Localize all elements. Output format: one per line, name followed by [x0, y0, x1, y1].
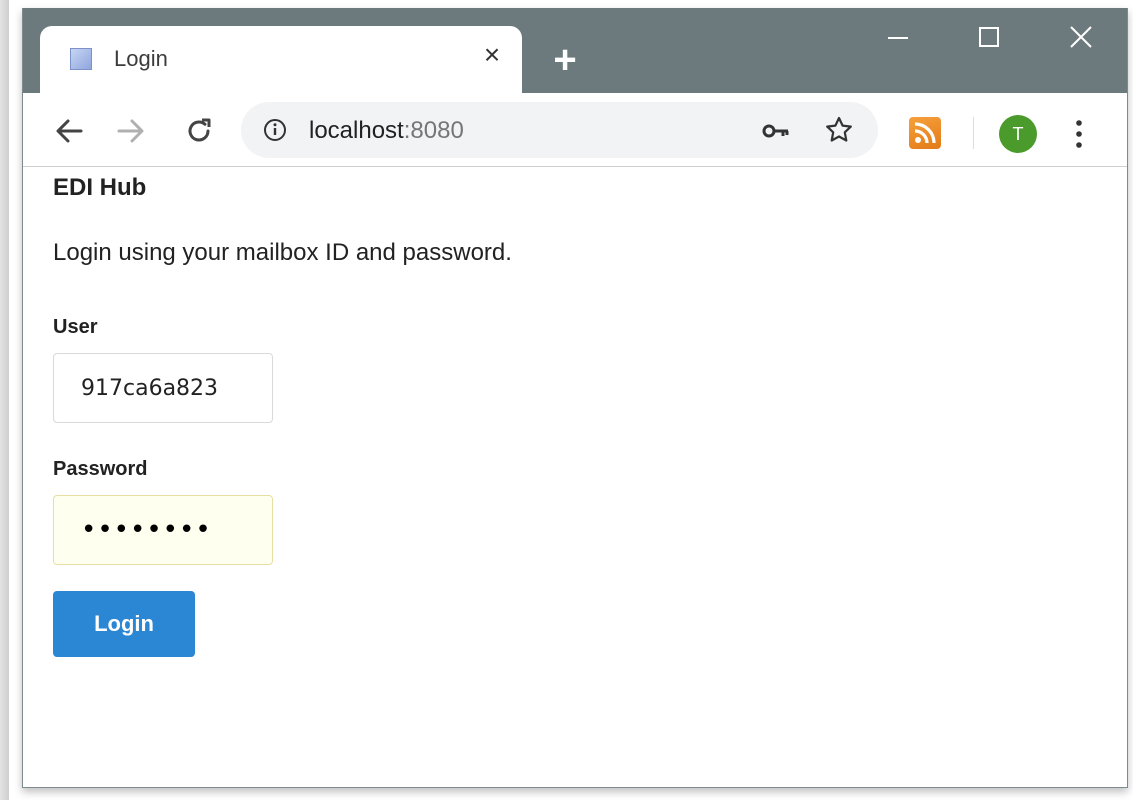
login-instructions: Login using your mailbox ID and password…: [53, 239, 512, 266]
info-icon[interactable]: [263, 118, 287, 142]
forward-arrow-icon[interactable]: [115, 115, 147, 147]
login-button[interactable]: Login: [53, 591, 195, 657]
profile-avatar[interactable]: T: [999, 115, 1037, 153]
tab-login[interactable]: Login ×: [40, 26, 522, 93]
password-input[interactable]: [53, 495, 273, 565]
reload-icon[interactable]: [183, 115, 215, 147]
bookmark-star-icon[interactable]: [823, 114, 855, 146]
page-favicon-icon: [70, 48, 92, 70]
user-label: User: [53, 316, 98, 338]
maximize-icon[interactable]: [969, 24, 1009, 54]
title-bar: Login × +: [23, 8, 1127, 93]
url-host: localhost: [309, 117, 404, 144]
user-input[interactable]: [53, 353, 273, 423]
password-label: Password: [53, 458, 148, 480]
app-title: EDI Hub: [53, 174, 147, 201]
tab-close-icon[interactable]: ×: [477, 40, 507, 70]
page-content: EDI Hub Login using your mailbox ID and …: [23, 168, 1127, 787]
browser-toolbar: localhost:8080 T: [23, 93, 1127, 167]
back-arrow-icon[interactable]: [53, 115, 85, 147]
url-port: :8080: [403, 117, 464, 144]
tab-title: Login: [114, 46, 168, 71]
minimize-icon[interactable]: [878, 24, 918, 54]
desktop-edge: [0, 0, 9, 800]
key-icon[interactable]: [761, 119, 791, 143]
kebab-menu-icon[interactable]: [1071, 117, 1087, 151]
new-tab-button[interactable]: +: [545, 40, 585, 82]
address-bar[interactable]: localhost:8080: [241, 102, 878, 158]
rss-extension-icon[interactable]: [909, 117, 941, 149]
toolbar-divider: [973, 117, 974, 149]
close-icon[interactable]: [1061, 24, 1101, 54]
browser-window: Login × + localhost:8080 T EDI Hub Login…: [22, 8, 1128, 788]
url-text[interactable]: localhost:8080: [309, 117, 464, 145]
